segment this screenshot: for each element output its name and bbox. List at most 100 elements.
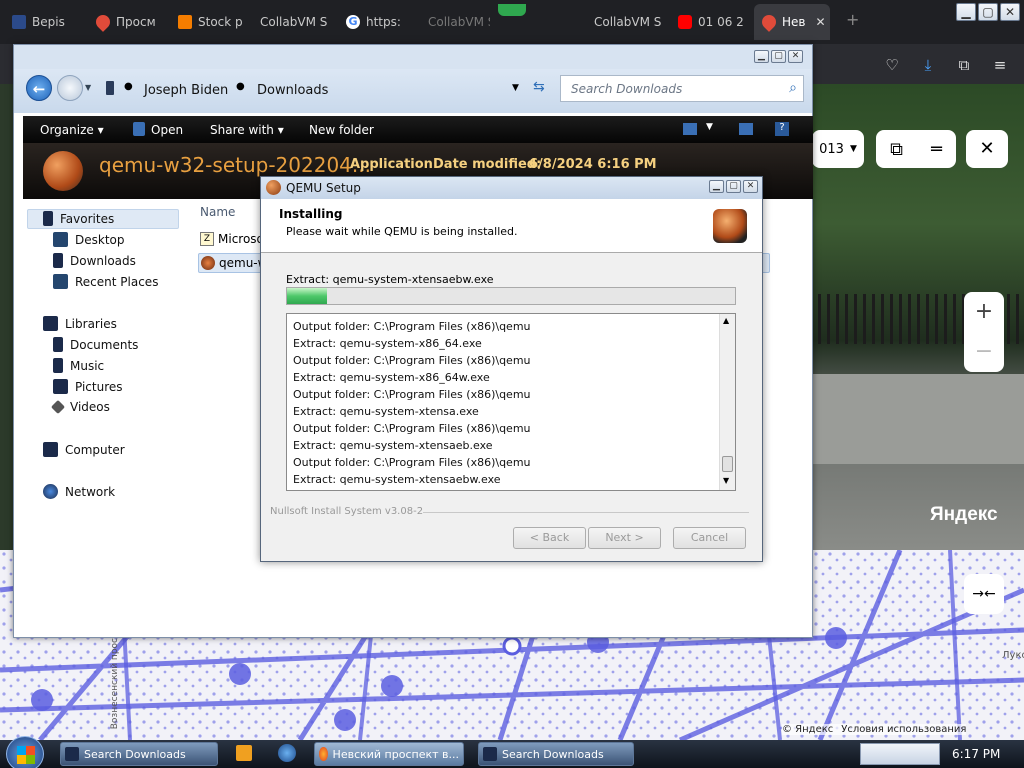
explorer-maximize-button[interactable]: ▢ (771, 50, 786, 63)
file-name: Microso (218, 232, 264, 246)
qemu-close-button[interactable]: ✕ (743, 180, 758, 193)
log-scrollbar[interactable]: ▲ ▼ (719, 314, 735, 490)
next-button[interactable]: Next > (588, 527, 661, 549)
nav-favorites[interactable]: Favorites (43, 211, 114, 226)
scroll-up-icon[interactable]: ▲ (723, 316, 729, 325)
refresh-icon[interactable]: ⇆ (533, 79, 545, 95)
help-icon[interactable]: ? (775, 122, 789, 136)
browser-close-button[interactable]: ✕ (1000, 3, 1020, 21)
system-tray[interactable] (860, 743, 940, 765)
tab-label: CollabVM S (428, 15, 490, 29)
qemu-maximize-button[interactable]: ▢ (726, 180, 741, 193)
search-input[interactable]: Search Downloads ⌕ (560, 75, 804, 102)
menu-lines-icon[interactable]: ═ (931, 139, 942, 160)
address-dropdown-icon[interactable]: ▼ (512, 83, 519, 93)
browser-tab-7[interactable]: CollabVM S (586, 4, 664, 40)
download-icon[interactable]: ⤓ (919, 56, 937, 74)
breadcrumb-downloads[interactable]: Downloads (257, 83, 328, 98)
open-button[interactable]: Open (151, 123, 183, 137)
browser-tab-9-active[interactable]: Нев ✕ (754, 4, 830, 40)
start-button[interactable] (6, 736, 44, 768)
navigation-pane: Favorites Desktop Downloads Recent Place… (23, 199, 193, 631)
log-line: Output folder: C:\Program Files (x86)\qe… (293, 354, 531, 367)
view-options-icon[interactable] (683, 123, 697, 135)
browser-tab-8[interactable]: 01 06 2 (670, 4, 750, 40)
file-row[interactable]: Z Microso (200, 232, 264, 246)
search-icon[interactable]: ⌕ (789, 80, 797, 96)
share-with-button[interactable]: Share with ▾ (210, 123, 284, 137)
explorer-minimize-button[interactable]: ▁ (754, 50, 769, 63)
explorer-close-button[interactable]: ✕ (788, 50, 803, 63)
breadcrumb-user[interactable]: Joseph Biden (144, 83, 228, 98)
scroll-down-icon[interactable]: ▼ (723, 476, 729, 485)
scroll-thumb[interactable] (722, 456, 733, 472)
new-folder-button[interactable]: New folder (309, 123, 374, 137)
organize-button[interactable]: Organize ▾ (40, 123, 104, 137)
cancel-button[interactable]: Cancel (673, 527, 746, 549)
taskbar-item-explorer[interactable]: Search Downloads (60, 742, 218, 766)
nav-music[interactable]: Music (53, 358, 104, 373)
close-panorama-button[interactable]: ✕ (966, 130, 1008, 168)
qemu-file-icon (201, 256, 215, 270)
nav-libraries[interactable]: Libraries (43, 316, 117, 331)
year-value: 013 (819, 141, 844, 157)
taskbar-clock[interactable]: 6:17 PM (952, 747, 1000, 761)
log-line: Output folder: C:\Program Files (x86)\qe… (293, 320, 531, 333)
browser-minimize-button[interactable]: ▁ (956, 3, 976, 21)
browser-tab-2[interactable]: Просм (88, 4, 162, 40)
pocket-icon[interactable]: ♡ (883, 56, 901, 74)
page-icon (12, 15, 26, 29)
browser-maximize-button[interactable]: ▢ (978, 3, 998, 21)
network-icon (43, 484, 58, 499)
taskbar-item-firefox[interactable]: Невский проспект в... (314, 742, 464, 766)
nav-network[interactable]: Network (43, 484, 115, 499)
collapse-map-button[interactable]: →← (964, 574, 1004, 614)
nav-documents[interactable]: Documents (53, 337, 138, 352)
wall (810, 374, 1024, 464)
google-icon: G (346, 15, 360, 29)
nav-videos[interactable]: Videos (50, 399, 110, 415)
browser-tab-3[interactable]: Stock p (170, 4, 248, 40)
nav-recent-places[interactable]: Recent Places (53, 274, 158, 289)
media-player-icon[interactable] (236, 745, 252, 761)
details-date-value: 6/8/2024 6:16 PM (529, 157, 657, 172)
qemu-minimize-button[interactable]: ▁ (709, 180, 724, 193)
open-external-icon[interactable]: ⧉ (890, 139, 903, 160)
zoom-in-button[interactable]: + (964, 292, 1004, 332)
forward-button[interactable] (57, 75, 83, 101)
nav-computer[interactable]: Computer (43, 442, 125, 457)
back-button[interactable]: < Back (513, 527, 586, 549)
browser-tab-5[interactable]: G https: (338, 4, 404, 40)
nav-desktop[interactable]: Desktop (53, 232, 125, 247)
browser-tab-1[interactable]: Bepis | (4, 4, 70, 40)
zoom-out-button[interactable]: − (964, 332, 1004, 372)
install-progress-bar (286, 287, 736, 305)
map-pin-icon (93, 12, 113, 32)
log-line: Extract: qemu-system-x86_64.exe (293, 337, 482, 350)
nav-downloads[interactable]: Downloads (53, 253, 136, 268)
install-log[interactable]: Output folder: C:\Program Files (x86)\qe… (286, 313, 736, 491)
qemu-title-bar[interactable]: QEMU Setup ▁ ▢ ✕ (261, 177, 762, 199)
header-title: Installing (279, 207, 343, 221)
column-header-name[interactable]: Name (200, 205, 235, 219)
history-chevron-icon[interactable]: ▼ (85, 83, 91, 92)
nav-pictures[interactable]: Pictures (53, 379, 123, 394)
view-dropdown-icon[interactable]: ▼ (706, 122, 713, 132)
year-selector[interactable]: 013 ▼ (812, 130, 864, 168)
new-tab-icon[interactable]: + (846, 10, 859, 29)
log-line: Output folder: C:\Program Files (x86)\qe… (293, 388, 531, 401)
install-status: Extract: qemu-system-xtensaebw.exe (286, 273, 494, 286)
preview-pane-icon[interactable] (739, 123, 753, 135)
taskbar-item-explorer-2[interactable]: Search Downloads (478, 742, 634, 766)
back-button[interactable]: ← (26, 75, 52, 101)
explorer-title-bar[interactable]: ▁ ▢ ✕ (14, 45, 812, 69)
close-tab-icon[interactable]: ✕ (815, 15, 825, 29)
recent-places-icon (53, 274, 68, 289)
menu-icon[interactable]: ≡ (991, 56, 1009, 74)
browser-tab-6[interactable]: CollabVM S (420, 4, 490, 40)
terms-link[interactable]: Условия использования (841, 724, 966, 735)
extensions-icon[interactable]: ⧉ (955, 56, 973, 74)
browser-tab-4[interactable]: CollabVM S (252, 4, 332, 40)
network-tray-icon[interactable] (278, 744, 296, 762)
taskbar-label: Search Downloads (84, 747, 186, 761)
